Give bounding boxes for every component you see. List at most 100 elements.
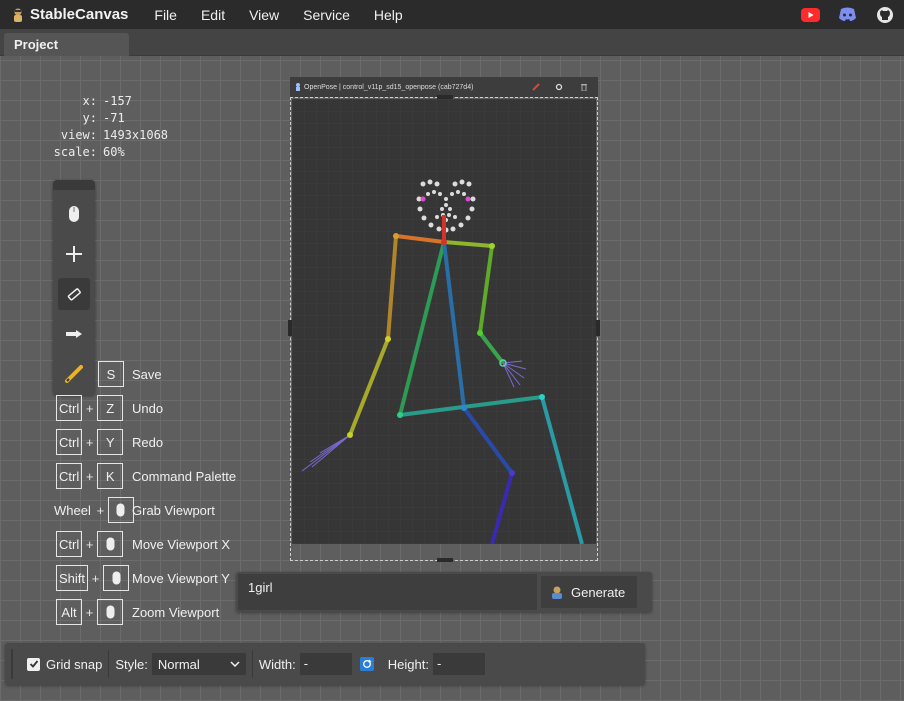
style-value: Normal	[157, 656, 200, 672]
mouse-icon	[112, 571, 121, 585]
shortcut-label: Save	[132, 366, 162, 382]
arrow-tool-icon	[66, 330, 82, 338]
key-cap: Ctrl	[56, 463, 83, 489]
shortcut-command-palette: Ctrl + K Command Palette	[56, 463, 236, 489]
generate-button[interactable]: Generate	[541, 576, 637, 608]
key-cap: Wheel	[54, 502, 91, 518]
toolbar-grip[interactable]	[11, 649, 19, 679]
tab-strip: Project	[0, 29, 904, 56]
mouse-icon	[106, 537, 115, 551]
style-label: Style:	[115, 656, 148, 672]
app-title: StableCanvas	[30, 6, 129, 23]
youtube-icon[interactable]	[801, 5, 820, 24]
resize-handle-top[interactable]	[437, 95, 453, 99]
width-label: Width:	[258, 656, 296, 672]
key-cap: Y	[97, 429, 124, 455]
x-value: -157	[103, 94, 132, 108]
prompt-panel: 1girl Generate	[236, 572, 652, 612]
node-header[interactable]: OpenPose | control_v11p_sd15_openpose (c…	[290, 77, 598, 97]
key-cap: Ctrl	[56, 429, 83, 455]
y-label: y:	[82, 111, 97, 125]
openpose-skeleton	[292, 99, 596, 545]
chevron-down-icon	[230, 661, 240, 667]
arrow-tool-button[interactable]	[58, 318, 90, 350]
generate-label: Generate	[571, 584, 626, 600]
sync-size-button[interactable]	[359, 657, 374, 671]
discord-icon[interactable]	[838, 5, 857, 24]
shortcut-zoom-viewport: Alt + Zoom Viewport	[56, 599, 219, 625]
tab-project[interactable]: Project	[4, 33, 129, 56]
key-cap-mouse	[97, 531, 124, 557]
height-input[interactable]: -	[432, 653, 485, 675]
view-label: view:	[60, 128, 97, 142]
key-cap: K	[97, 463, 124, 489]
tool-palette	[53, 180, 95, 395]
key-cap: Alt	[56, 599, 82, 625]
key-cap: Ctrl	[56, 395, 83, 421]
shortcut-label: Move Viewport X	[132, 536, 231, 552]
menu-edit[interactable]: Edit	[189, 7, 237, 23]
key-cap: Shift	[56, 565, 89, 591]
shortcut-label: Grab Viewport	[132, 502, 215, 518]
resize-handle-left[interactable]	[288, 320, 292, 336]
move-tool-button[interactable]	[58, 238, 90, 270]
mouse-icon	[106, 605, 114, 619]
key-cap: Z	[97, 395, 124, 421]
key-cap-mouse	[107, 497, 134, 523]
grid-snap-checkbox[interactable]	[27, 657, 40, 671]
x-label: x:	[82, 94, 97, 108]
scale-value: 60%	[103, 145, 125, 159]
scale-label: scale:	[53, 145, 97, 159]
width-input[interactable]: -	[299, 653, 352, 675]
select-tool-button[interactable]	[58, 198, 90, 230]
tool-palette-handle[interactable]	[53, 180, 95, 190]
pencil-icon	[65, 365, 83, 383]
pencil-tool-button[interactable]	[58, 358, 90, 390]
generate-icon	[552, 586, 562, 599]
shortcut-undo: Ctrl + Z Undo	[56, 395, 163, 421]
node-body[interactable]	[288, 95, 600, 562]
openpose-node[interactable]: OpenPose | control_v11p_sd15_openpose (c…	[288, 77, 600, 562]
pin-icon[interactable]	[532, 83, 540, 91]
shortcut-label: Move Viewport Y	[132, 570, 230, 586]
view-value: 1493x1068	[103, 128, 169, 142]
resize-handle-right[interactable]	[596, 320, 600, 336]
menu-bar: StableCanvas File Edit View Service Help	[0, 0, 904, 29]
key-cap-mouse	[97, 599, 123, 625]
shortcut-move-viewport-y: Shift + Move Viewport Y	[56, 565, 230, 591]
viewport-info: x: -157 y: -71 view: 1493x1068 scale: 60%	[45, 93, 168, 161]
shortcut-label: Zoom Viewport	[132, 604, 220, 620]
resize-handle-bottom[interactable]	[437, 558, 453, 562]
shortcut-save: S Save	[98, 361, 162, 387]
menu-view[interactable]: View	[237, 7, 291, 23]
shortcut-label: Redo	[132, 434, 164, 450]
settings-icon[interactable]	[555, 83, 563, 91]
bottom-toolbar: Grid snap Style: Normal Width: - Height:…	[5, 643, 645, 685]
mouse-icon	[69, 206, 79, 222]
key-cap: Ctrl	[56, 531, 83, 557]
menu-service[interactable]: Service	[291, 7, 362, 23]
menu-help[interactable]: Help	[362, 7, 415, 23]
grid-snap-label: Grid snap	[46, 656, 103, 672]
refresh-icon	[362, 659, 372, 668]
eraser-icon	[67, 288, 81, 301]
move-crosshair-icon	[66, 246, 82, 262]
shortcut-grab-viewport: Wheel + Grab Viewport	[52, 497, 215, 523]
shortcut-redo: Ctrl + Y Redo	[56, 429, 163, 455]
node-title: OpenPose | control_v11p_sd15_openpose (c…	[304, 83, 474, 91]
delete-icon[interactable]	[580, 83, 588, 91]
eraser-tool-button[interactable]	[58, 278, 90, 310]
y-value: -71	[103, 111, 125, 125]
logo-icon	[14, 8, 22, 22]
shortcut-label: Undo	[132, 400, 164, 416]
prompt-input[interactable]: 1girl	[238, 574, 537, 610]
style-select[interactable]: Normal	[151, 653, 246, 675]
shortcut-move-viewport-x: Ctrl + Move Viewport X	[56, 531, 230, 557]
key-cap: S	[98, 361, 124, 387]
app-logo: StableCanvas	[0, 6, 128, 23]
pose-image	[292, 99, 596, 545]
key-cap-mouse	[103, 565, 130, 591]
menu-file[interactable]: File	[142, 7, 189, 23]
mouse-icon	[116, 503, 125, 517]
github-icon[interactable]	[875, 5, 894, 24]
